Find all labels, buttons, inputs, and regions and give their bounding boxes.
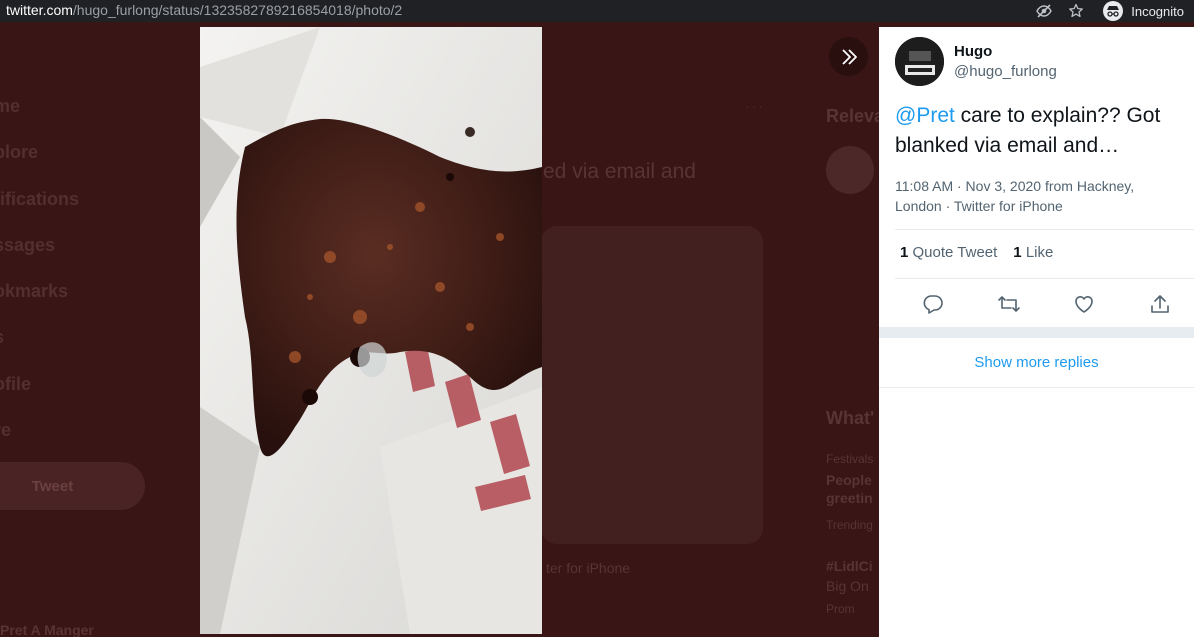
bg-nav-lists: s <box>0 327 4 348</box>
url-path: /hugo_furlong/status/1323582789216854018… <box>72 2 403 18</box>
address-bar[interactable]: twitter.com/hugo_furlong/status/13235827… <box>6 1 402 19</box>
tweet-timestamp[interactable]: 11:08 AM · Nov 3, 2020 from Hackney, Lon… <box>895 176 1175 216</box>
like-count: 1 <box>1013 244 1022 261</box>
bg-source-text: ter for iPhone <box>546 560 631 576</box>
url-host: twitter.com <box>6 2 73 18</box>
author-handle[interactable]: @hugo_furlong <box>954 63 1057 80</box>
like-label: Like <box>1025 244 1054 261</box>
divider <box>895 278 1194 279</box>
bg-bottom-account: Pret A Manger <box>0 622 94 637</box>
incognito-icon <box>1103 1 1124 21</box>
bg-big-on: Big On <box>826 578 869 594</box>
eye-off-icon[interactable] <box>1035 2 1053 20</box>
bg-nav-explore: plore <box>0 142 39 162</box>
tweet-stats: 1 Quote Tweet 1 Like <box>900 244 1053 261</box>
section-separator <box>879 327 1194 338</box>
quote-count: 1 <box>900 244 909 261</box>
tweet-detail-panel: Hugo @hugo_furlong @Pret care to explain… <box>879 27 1194 637</box>
show-more-replies-button[interactable]: Show more replies <box>879 338 1194 388</box>
mention-link[interactable]: @Pret <box>895 104 955 127</box>
tweet-photo[interactable] <box>200 27 542 634</box>
bg-trending-label: Trending <box>826 518 873 532</box>
incognito-indicator[interactable]: Incognito <box>1103 1 1184 21</box>
bg-nav-bookmarks: okmarks <box>0 281 69 301</box>
bg-media-card <box>541 226 763 544</box>
bg-trend-category: Festivals <box>826 452 874 466</box>
quote-label: Quote Tweet <box>912 244 998 261</box>
tweet-text: @Pret care to explain?? Got blanked via … <box>895 101 1187 161</box>
reply-icon[interactable] <box>920 291 946 317</box>
bg-nav-more: re <box>0 420 12 440</box>
bg-whats-happening: What' <box>826 408 875 428</box>
background-nav: me plore tifications ssages okmarks s of… <box>0 22 200 637</box>
author-name[interactable]: Hugo <box>954 43 992 60</box>
bg-nav-messages: ssages <box>0 235 56 255</box>
bg-tweet-text: ed via email and <box>543 160 696 183</box>
brownie-image <box>200 27 542 634</box>
like-icon[interactable] <box>1071 291 1097 317</box>
bg-nav-profile: ofile <box>0 374 32 394</box>
bg-more-dots: ··· <box>745 98 765 114</box>
share-icon[interactable] <box>1147 291 1173 317</box>
bg-trend-title-1: People <box>826 472 872 488</box>
bg-avatar <box>826 146 874 194</box>
tweet-actions <box>879 289 1194 319</box>
collapse-panel-button[interactable] <box>829 37 868 76</box>
bg-nav-home: me <box>0 96 21 116</box>
bg-tweet-button: Tweet <box>0 462 145 510</box>
retweet-icon[interactable] <box>996 291 1022 317</box>
bg-hashtag: #LidlCi <box>826 558 873 574</box>
bg-promoted: Prom <box>826 602 855 616</box>
incognito-label: Incognito <box>1131 3 1184 19</box>
browser-toolbar: twitter.com/hugo_furlong/status/13235827… <box>0 0 1194 22</box>
bg-trend-title-2: greetin <box>826 490 873 506</box>
like-stat[interactable]: 1 Like <box>1013 244 1053 261</box>
star-icon[interactable] <box>1067 2 1085 20</box>
quote-tweet-stat[interactable]: 1 Quote Tweet <box>900 244 997 261</box>
bg-relevant-header: Releva <box>826 106 879 126</box>
divider <box>895 229 1194 230</box>
avatar[interactable] <box>895 37 944 86</box>
collapse-icon <box>841 48 857 65</box>
tweet-author[interactable]: Hugo @hugo_furlong <box>895 37 1185 87</box>
bg-nav-notifications: tifications <box>0 189 80 209</box>
